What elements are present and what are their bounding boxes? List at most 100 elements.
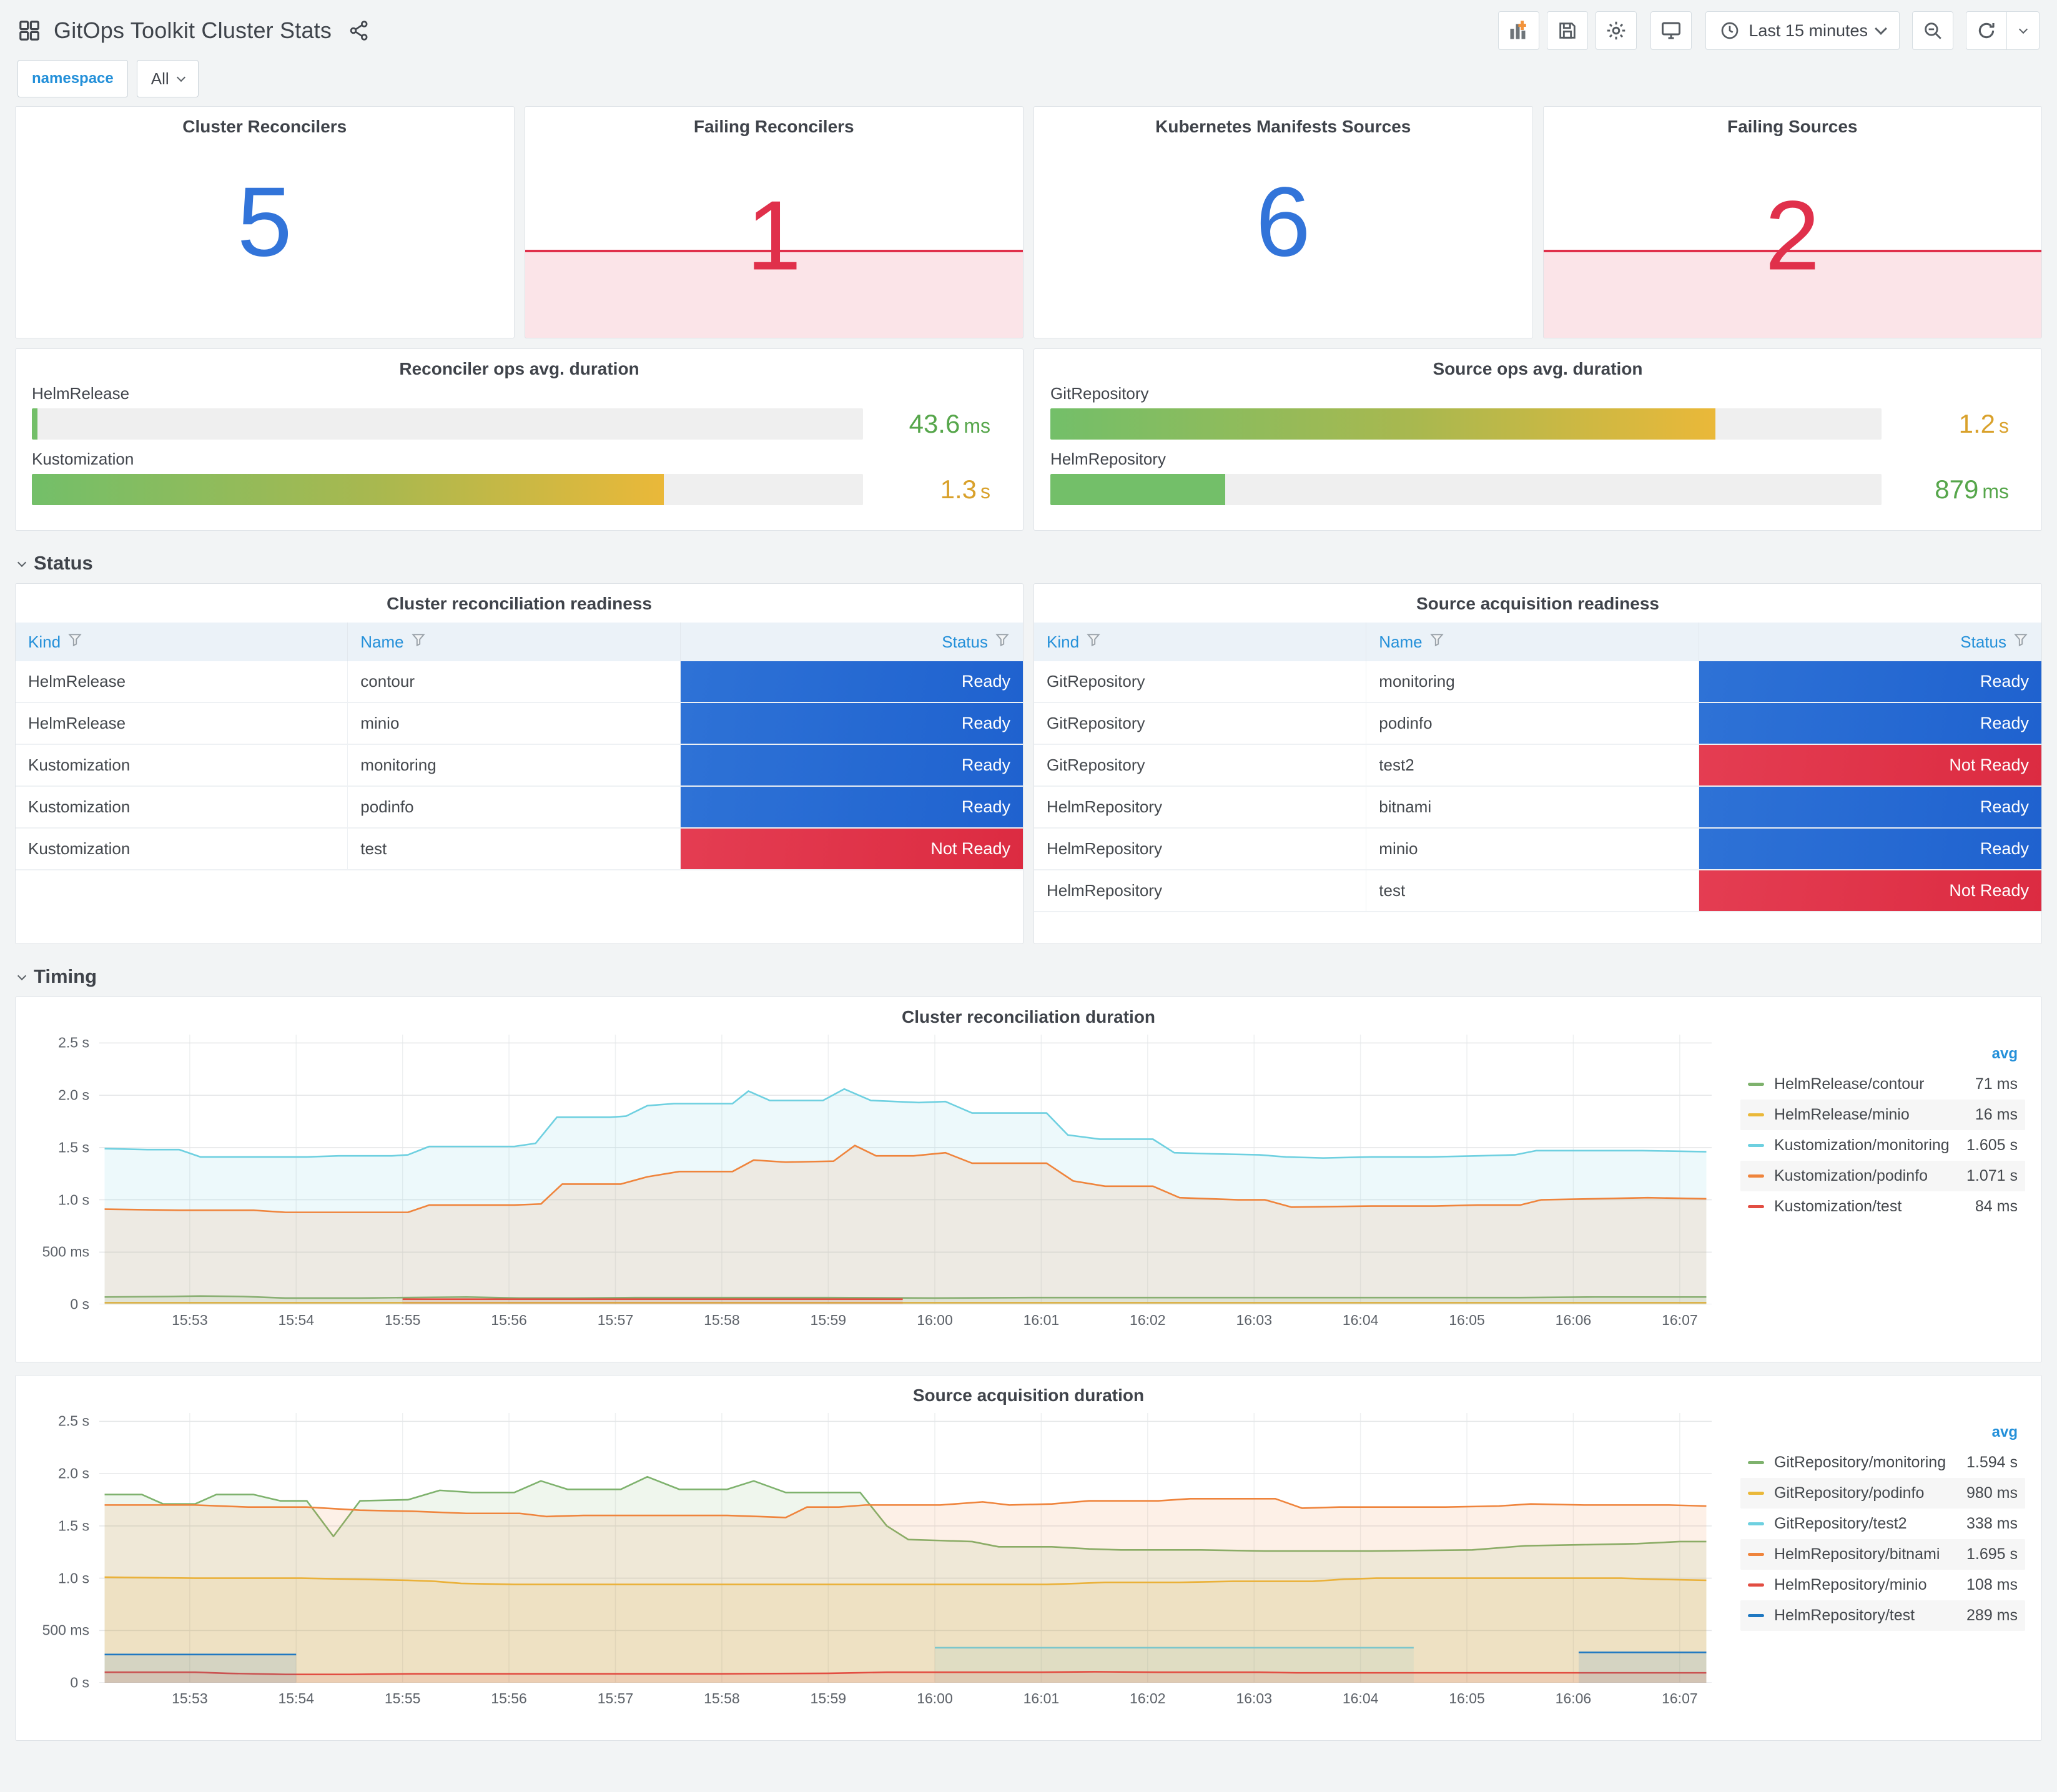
legend-series-name[interactable]: GitRepository/monitoring xyxy=(1774,1454,1946,1472)
monitor-icon[interactable] xyxy=(1650,11,1692,50)
column-header-kind[interactable]: Kind xyxy=(1034,623,1367,661)
legend-series-avg: 108 ms xyxy=(1966,1576,2018,1593)
cell-kind: HelmRepository xyxy=(1034,870,1367,911)
x-axis: 15:53 15:54 15:55 15:56 15:57 15:58 15:59 16:00… xyxy=(99,1304,1712,1332)
cell-status: Ready xyxy=(680,745,1023,785)
save-icon[interactable] xyxy=(1547,11,1589,50)
x-axis-label: 15:57 xyxy=(597,1312,634,1328)
legend-item: Kustomization/test 84 ms xyxy=(1740,1191,2025,1222)
chevron-down-icon xyxy=(17,971,27,981)
table-row: GitRepository monitoring Ready xyxy=(1034,661,2041,703)
legend-series-name[interactable]: HelmRelease/contour xyxy=(1774,1075,1938,1093)
cell-name: test xyxy=(348,829,681,869)
x-axis-label: 15:56 xyxy=(491,1312,527,1328)
x-axis-label: 16:02 xyxy=(1130,1690,1166,1706)
legend-series-name[interactable]: GitRepository/test2 xyxy=(1774,1515,1938,1533)
zoom-out-button[interactable] xyxy=(1912,11,1953,50)
legend-series-name[interactable]: Kustomization/test xyxy=(1774,1198,1938,1216)
x-axis-label: 16:00 xyxy=(917,1690,953,1706)
add-panel-button[interactable] xyxy=(1498,11,1540,50)
legend-item: GitRepository/monitoring 1.594 s xyxy=(1740,1447,2025,1478)
stat-value: 2 xyxy=(1765,180,1820,291)
refresh-interval-dropdown[interactable] xyxy=(2007,11,2040,50)
column-header-kind[interactable]: Kind xyxy=(16,623,348,661)
legend-series-name[interactable]: HelmRelease/minio xyxy=(1774,1106,1938,1124)
legend-item: Kustomization/monitoring 1.605 s xyxy=(1740,1130,2025,1161)
section-title: Timing xyxy=(34,965,97,987)
variable-selected-value: All xyxy=(150,69,169,88)
cell-kind: Kustomization xyxy=(16,745,348,785)
legend-series-name[interactable]: HelmRepository/minio xyxy=(1774,1576,1938,1594)
variable-value-dropdown[interactable]: All xyxy=(136,60,199,97)
x-axis-label: 15:58 xyxy=(704,1312,740,1328)
legend-series-name[interactable]: Kustomization/podinfo xyxy=(1774,1167,1938,1185)
legend-series-avg: 1.695 s xyxy=(1966,1545,2018,1563)
table-row: HelmRelease contour Ready xyxy=(16,661,1023,703)
cell-name: minio xyxy=(348,703,681,744)
gauge-track xyxy=(1050,474,1882,505)
column-header-status[interactable]: Status xyxy=(681,623,1023,661)
cell-name: minio xyxy=(1366,829,1699,869)
variable-label-namespace[interactable]: namespace xyxy=(17,60,128,97)
chart-panel-0: Cluster reconciliation duration 0 s 500 m… xyxy=(15,997,2042,1362)
clock-icon xyxy=(1720,21,1740,41)
chevron-down-icon xyxy=(176,72,185,82)
cell-name: contour xyxy=(348,661,681,702)
column-header-status[interactable]: Status xyxy=(1699,623,2041,661)
status-badge: Ready xyxy=(680,703,1023,744)
table-row: Kustomization monitoring Ready xyxy=(16,745,1023,787)
gauge-row: HelmRepository 879 ms xyxy=(1050,450,2025,505)
filter-icon[interactable] xyxy=(67,632,83,652)
page-title[interactable]: GitOps Toolkit Cluster Stats xyxy=(54,17,332,44)
stat-panel-1: Failing Reconcilers 1 xyxy=(524,106,1024,338)
legend-series-avg: 980 ms xyxy=(1966,1484,2018,1502)
x-axis-label: 15:53 xyxy=(172,1312,208,1328)
y-axis: 0 s 500 ms 1.0 s 1.5 s 2.0 s 2.5 s xyxy=(26,1034,99,1312)
plot-area[interactable]: 15:53 15:54 15:55 15:56 15:57 15:58 15:59 16:00… xyxy=(99,1035,1712,1328)
share-icon[interactable] xyxy=(348,19,370,42)
stat-value: 1 xyxy=(746,180,802,291)
legend-series-name[interactable]: HelmRepository/bitnami xyxy=(1774,1545,1940,1563)
gauge-fill xyxy=(1050,474,1225,505)
filter-icon[interactable] xyxy=(2013,632,2029,652)
legend-series-name[interactable]: GitRepository/podinfo xyxy=(1774,1484,1938,1502)
x-axis-label: 16:04 xyxy=(1342,1690,1379,1706)
legend-series-marker xyxy=(1748,1553,1764,1556)
y-axis-label: 1.5 s xyxy=(58,1517,89,1534)
legend-series-marker xyxy=(1748,1113,1764,1116)
legend-avg-header[interactable]: avg xyxy=(1740,1038,2025,1069)
apps-icon[interactable] xyxy=(17,19,41,42)
refresh-button[interactable] xyxy=(1966,11,2007,50)
legend-avg-header[interactable]: avg xyxy=(1740,1417,2025,1447)
stat-panel-2: Kubernetes Manifests Sources 6 xyxy=(1033,106,1533,338)
section-timing[interactable]: Timing xyxy=(15,954,2042,997)
gauge-value: 879 ms xyxy=(1935,475,2009,504)
x-axis-label: 16:06 xyxy=(1555,1690,1592,1706)
panel-title: Cluster reconciliation readiness xyxy=(387,594,652,613)
plot-area[interactable]: 15:53 15:54 15:55 15:56 15:57 15:58 15:59 16:00… xyxy=(99,1413,1712,1706)
x-axis-label: 16:01 xyxy=(1023,1312,1060,1328)
status-badge: Not Ready xyxy=(680,829,1023,869)
chart-panel-1: Source acquisition duration 0 s 500 ms 1.0… xyxy=(15,1375,2042,1741)
gauge-track xyxy=(32,408,863,440)
stats-row: Cluster Reconcilers 5 Failing Reconciler… xyxy=(15,106,2042,338)
column-header-name[interactable]: Name xyxy=(348,623,681,661)
column-header-name[interactable]: Name xyxy=(1366,623,1699,661)
filter-icon[interactable] xyxy=(1429,632,1445,652)
legend-series-name[interactable]: Kustomization/monitoring xyxy=(1774,1136,1950,1154)
gauge-row: HelmRelease 43.6 ms xyxy=(32,384,1007,440)
gear-icon[interactable] xyxy=(1596,11,1637,50)
filter-icon[interactable] xyxy=(1085,632,1102,652)
legend-series-name[interactable]: HelmRepository/test xyxy=(1774,1607,1938,1625)
cell-kind: HelmRelease xyxy=(16,661,348,702)
cell-name: podinfo xyxy=(1366,703,1699,744)
gauge-value: 1.3 s xyxy=(940,475,990,504)
time-range-picker[interactable]: Last 15 minutes xyxy=(1705,11,1900,50)
panel-title: Source acquisition duration xyxy=(912,1386,1145,1405)
section-status[interactable]: Status xyxy=(15,541,2042,583)
gauge-fill xyxy=(1050,408,1715,440)
filter-icon[interactable] xyxy=(410,632,427,652)
filter-icon[interactable] xyxy=(994,632,1010,652)
y-axis-label: 2.5 s xyxy=(58,1034,89,1051)
x-axis-label: 16:05 xyxy=(1449,1312,1485,1328)
